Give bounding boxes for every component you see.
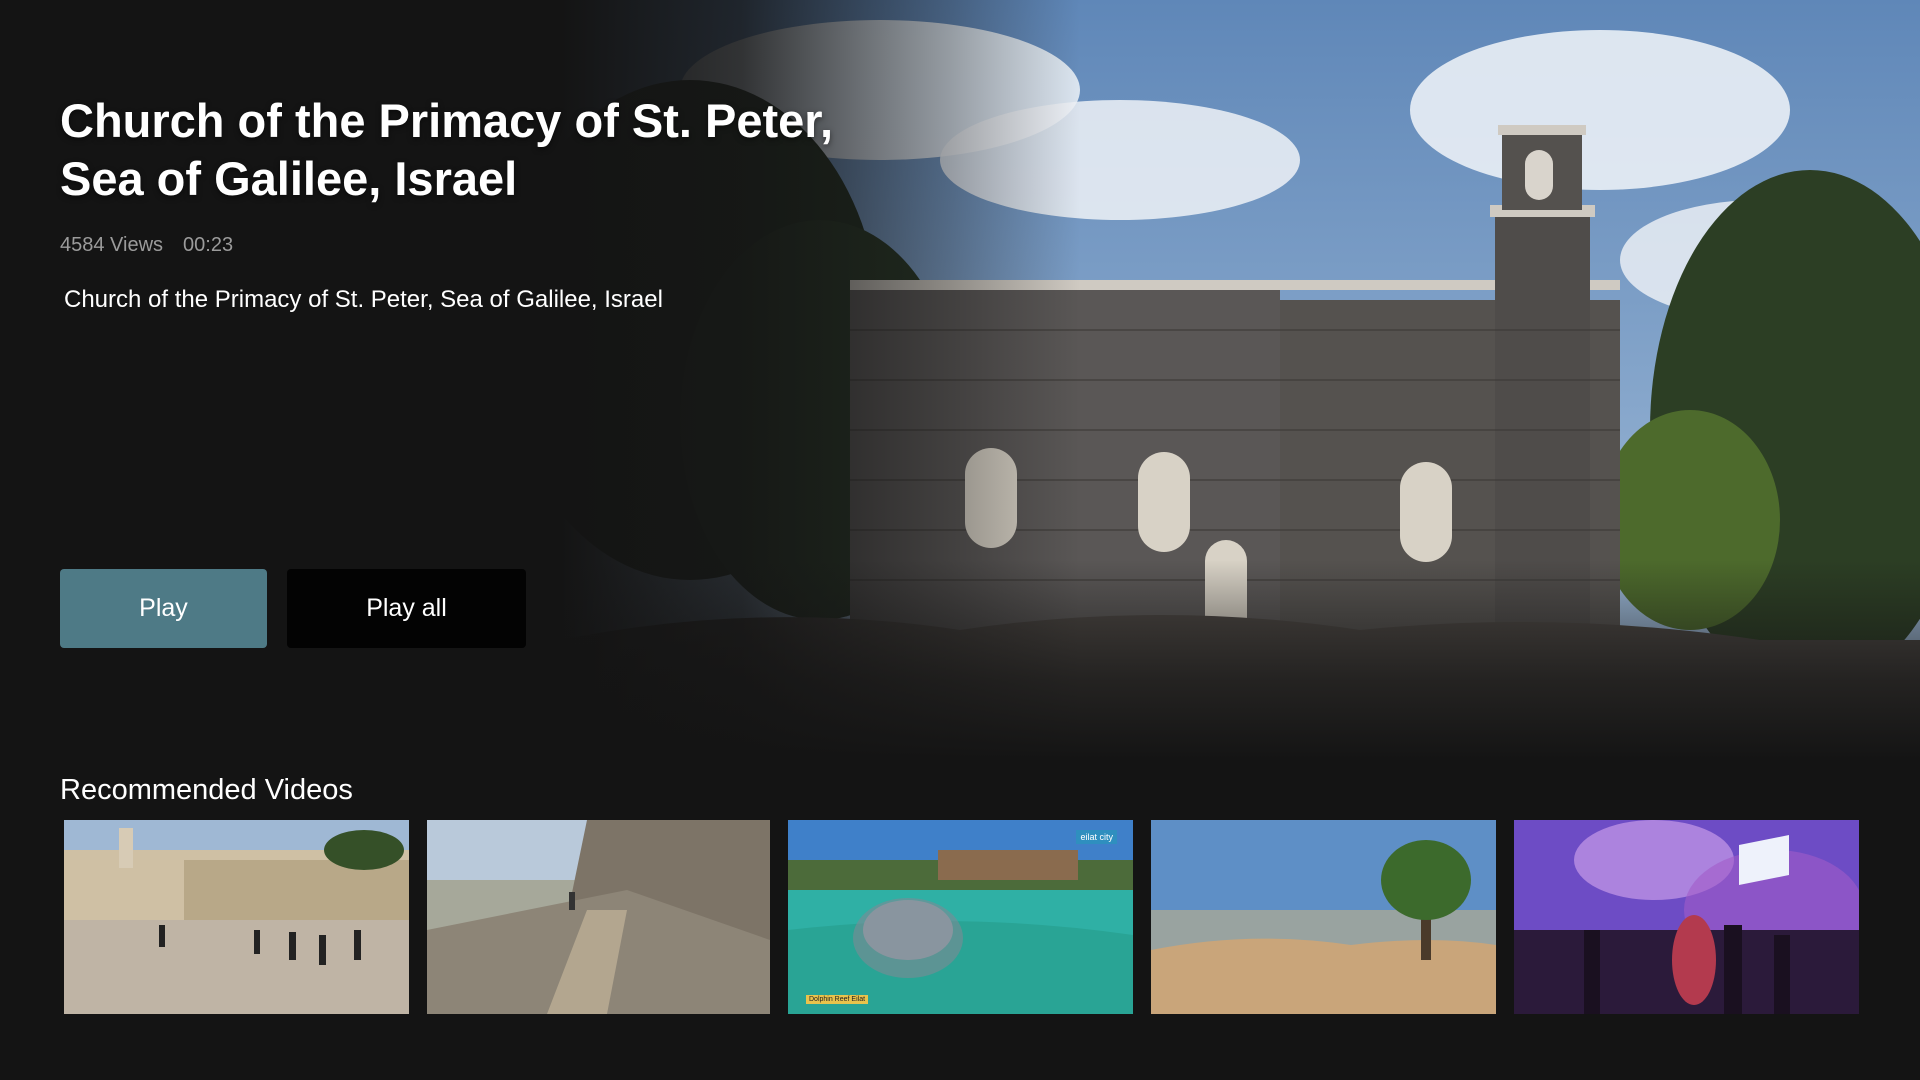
recommended-videos-row: Dolphin Reef Eilat eilat city — [64, 820, 1859, 1014]
video-title: Church of the Primacy of St. Peter, Sea … — [60, 94, 834, 205]
video-tag-label: Dolphin Reef Eilat — [806, 995, 869, 1004]
play-button[interactable]: Play — [60, 569, 267, 648]
video-card[interactable] — [427, 820, 770, 1014]
video-card[interactable] — [1151, 820, 1496, 1014]
view-count: 4584 Views — [60, 234, 164, 256]
play-all-button[interactable]: Play all — [287, 569, 526, 648]
mountain-trail-thumbnail — [427, 820, 770, 1014]
video-duration: 00:23 — [183, 234, 234, 256]
video-card[interactable] — [64, 820, 409, 1014]
western-wall-plaza-thumbnail — [64, 820, 409, 1014]
video-card[interactable]: Dolphin Reef Eilat eilat city — [788, 820, 1133, 1014]
video-meta: 4584 Views 00:23 — [60, 234, 233, 257]
concert-flag-crowd-thumbnail — [1514, 820, 1859, 1014]
video-description: Church of the Primacy of St. Peter, Sea … — [64, 286, 663, 313]
recommended-videos-heading: Recommended Videos — [60, 774, 353, 806]
dolphin-reef-thumbnail — [788, 820, 1133, 1014]
video-card[interactable] — [1514, 820, 1859, 1014]
hero-fade-bottom-overlay — [560, 560, 1920, 760]
rocky-lookout-tree-thumbnail — [1151, 820, 1496, 1014]
channel-logo: eilat city — [1076, 830, 1117, 844]
